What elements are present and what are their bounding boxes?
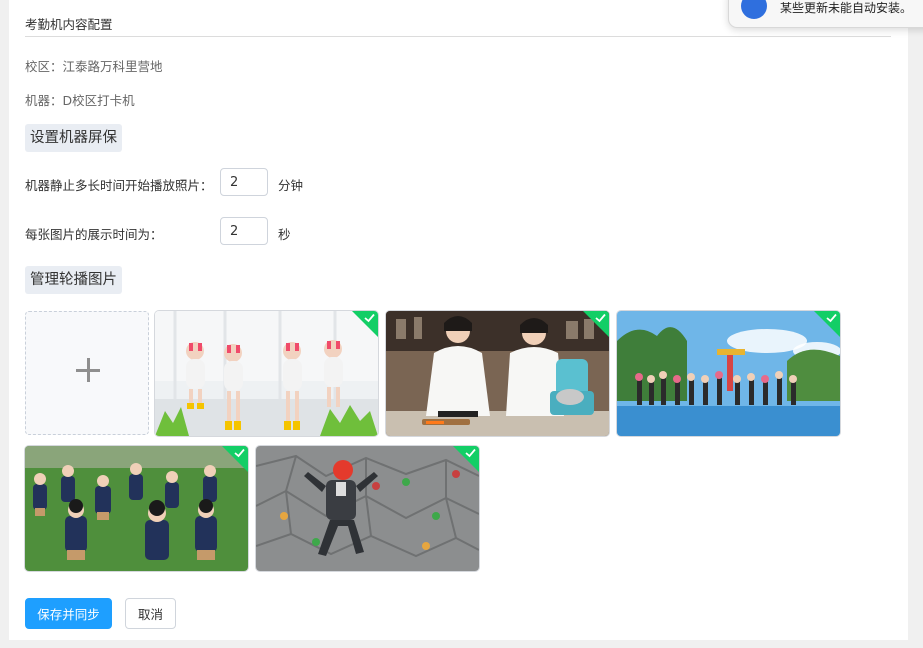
display-duration-unit: 秒 [278,227,291,242]
students-field-photo [25,446,248,571]
display-duration-label: 每张图片的展示时间为： [25,227,163,242]
cancel-button[interactable]: 取消 [125,598,176,629]
screensaver-section-title: 设置机器屏保 [25,124,122,152]
carousel-image-children-costume[interactable] [155,311,378,436]
title-divider [25,36,891,37]
check-icon [234,448,245,458]
machine-info: 机器：D校区打卡机 [25,93,135,108]
check-icon [826,313,837,323]
check-icon [595,313,606,323]
chefs-kitchen-photo [386,311,609,436]
page-title: 考勤机内容配置 [25,17,113,32]
children-costume-photo [155,311,378,436]
carousel-section-title: 管理轮播图片 [25,266,122,294]
idle-time-input[interactable] [220,168,268,196]
display-duration-input[interactable] [220,217,268,245]
carousel-image-child-climbing[interactable] [256,446,479,571]
carousel-image-students-field[interactable] [25,446,248,571]
check-icon [465,448,476,458]
child-climbing-photo [256,446,479,571]
campus-info: 校区：江泰路万科里营地 [25,59,163,74]
carousel-image-chefs-kitchen[interactable] [386,311,609,436]
app-store-icon [741,0,767,19]
idle-time-label: 机器静止多长时间开始播放照片： [25,178,213,193]
check-icon [364,313,375,323]
notification-message: 某些更新未能自动安装。 [780,1,913,15]
system-notification[interactable]: 某些更新未能自动安装。 [728,0,923,28]
idle-time-unit: 分钟 [278,178,304,193]
save-sync-button[interactable]: 保存并同步 [25,598,112,629]
carousel-image-group-waterpark[interactable] [617,311,840,436]
upload-image-button[interactable] [25,311,149,435]
group-waterpark-photo [617,311,840,436]
